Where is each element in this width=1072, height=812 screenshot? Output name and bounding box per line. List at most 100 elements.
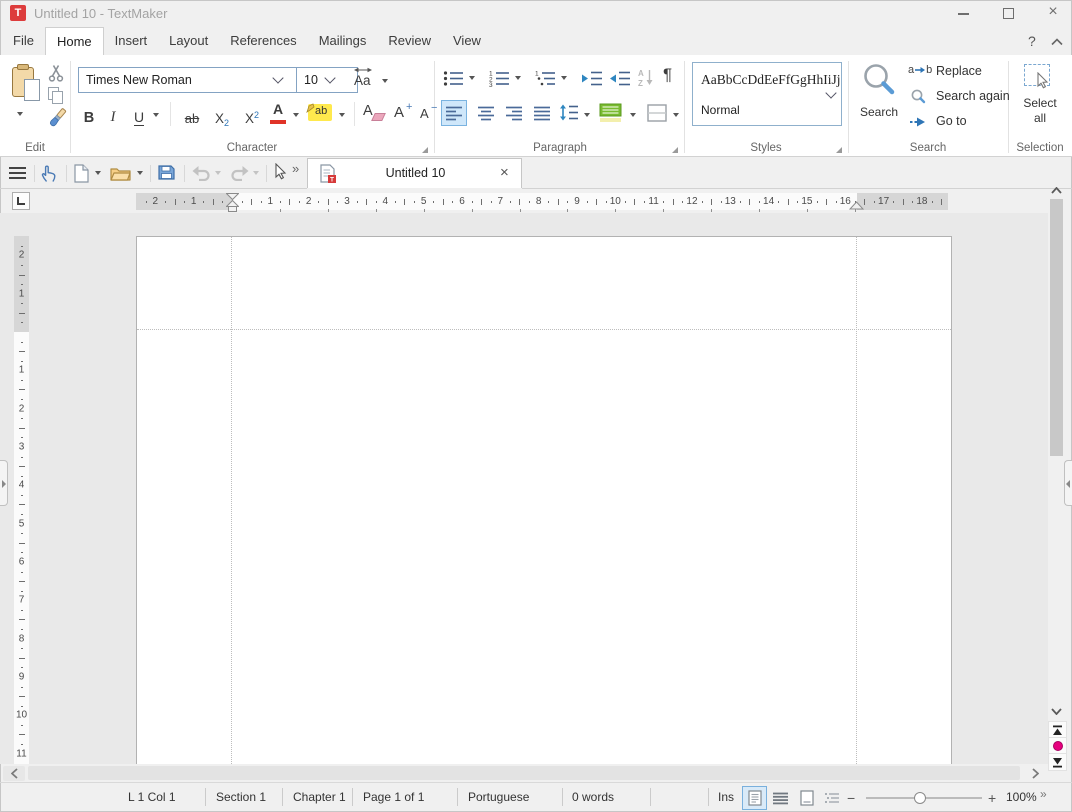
strikethrough-button[interactable]: ab — [180, 102, 204, 126]
character-dialog-launcher[interactable] — [422, 147, 428, 153]
statusbar-overflow-icon[interactable]: » — [1040, 787, 1047, 801]
scroll-left-button[interactable] — [3, 766, 25, 781]
borders-icon[interactable] — [647, 104, 667, 122]
vertical-scrollbar-thumb[interactable] — [1050, 199, 1063, 456]
cut-icon[interactable] — [48, 64, 64, 82]
left-panel-handle[interactable] — [0, 460, 8, 506]
grow-font-button[interactable]: A + — [392, 101, 414, 126]
zoom-level-value[interactable]: 100% — [1006, 790, 1037, 804]
maximize-button[interactable] — [993, 2, 1023, 24]
subscript-button[interactable]: X2 — [210, 102, 234, 126]
paste-dropdown[interactable] — [17, 112, 23, 116]
word-count-status[interactable]: 0 words — [572, 790, 614, 804]
minimize-button[interactable] — [948, 2, 978, 24]
bullet-list-dropdown[interactable] — [469, 76, 475, 80]
italic-button[interactable]: I — [106, 102, 120, 126]
underline-button[interactable]: U — [130, 102, 148, 126]
right-panel-handle[interactable] — [1064, 460, 1072, 506]
increase-indent-icon[interactable] — [581, 70, 603, 87]
pilcrow-button[interactable]: ¶ — [663, 65, 672, 85]
tab-file[interactable]: File — [2, 27, 45, 55]
select-all-button[interactable]: Select all — [1012, 62, 1068, 130]
borders-dropdown[interactable] — [673, 113, 679, 117]
font-color-dropdown[interactable] — [293, 113, 299, 117]
scroll-down-icon[interactable] — [1051, 708, 1062, 715]
paragraph-dialog-launcher[interactable] — [672, 147, 678, 153]
shrink-font-button[interactable]: A − — [418, 101, 440, 126]
open-file-icon[interactable] — [110, 166, 131, 182]
shading-dropdown[interactable] — [630, 113, 636, 117]
outline-view-button[interactable] — [820, 786, 845, 810]
highlight-button[interactable]: ab — [306, 103, 334, 123]
horizontal-ruler[interactable]: 21123456789101112131415161718 — [136, 193, 948, 210]
tab-view[interactable]: View — [442, 27, 492, 55]
language-status[interactable]: Portuguese — [468, 790, 529, 804]
save-icon[interactable] — [158, 164, 175, 181]
copy-icon[interactable] — [48, 87, 64, 105]
multilevel-list-dropdown[interactable] — [561, 76, 567, 80]
replace-button[interactable]: a b Replace — [908, 63, 1004, 81]
tab-references[interactable]: References — [219, 27, 307, 55]
horizontal-scrollbar-thumb[interactable] — [28, 766, 1020, 780]
underline-dropdown[interactable] — [153, 113, 159, 117]
style-picker-chevron[interactable] — [825, 87, 836, 98]
justify-button[interactable] — [529, 100, 555, 126]
align-left-button[interactable] — [441, 100, 467, 126]
next-page-button[interactable] — [1048, 753, 1067, 771]
page-view-button[interactable] — [742, 786, 767, 810]
superscript-button[interactable]: X2 — [240, 102, 264, 126]
tab-insert[interactable]: Insert — [104, 27, 159, 55]
continuous-view-button[interactable] — [768, 786, 793, 810]
scroll-right-button[interactable] — [1024, 766, 1046, 781]
page-status[interactable]: Page 1 of 1 — [363, 790, 424, 804]
line-spacing-dropdown[interactable] — [584, 113, 590, 117]
bold-button[interactable]: B — [80, 102, 98, 126]
document-tab-close-icon[interactable]: × — [500, 159, 509, 188]
search-button[interactable]: Search — [856, 62, 902, 122]
numbered-list-icon[interactable]: 123 — [489, 70, 510, 87]
shading-icon[interactable] — [599, 103, 623, 123]
object-mode-pointer-icon[interactable] — [274, 163, 287, 180]
align-center-button[interactable] — [473, 100, 499, 126]
insert-mode-status[interactable]: Ins — [718, 790, 734, 804]
change-case-dropdown[interactable] — [382, 79, 388, 83]
font-name-combobox[interactable]: Times New Roman — [78, 67, 306, 93]
decrease-indent-icon[interactable] — [609, 70, 631, 87]
toolbar-overflow-icon[interactable]: » — [292, 161, 299, 176]
bullet-list-icon[interactable] — [443, 70, 464, 87]
right-margin-marker[interactable] — [849, 201, 864, 210]
scroll-up-icon[interactable] — [1051, 187, 1062, 194]
new-document-icon[interactable] — [74, 164, 89, 183]
collapse-ribbon-icon[interactable] — [1051, 38, 1063, 46]
vertical-ruler[interactable]: 211234567891011 — [14, 236, 29, 764]
tab-review[interactable]: Review — [377, 27, 442, 55]
tab-type-selector[interactable] — [12, 192, 30, 210]
new-document-dropdown[interactable] — [95, 171, 101, 175]
touch-mode-icon[interactable] — [40, 163, 58, 183]
tab-home[interactable]: Home — [45, 27, 104, 56]
section-status[interactable]: Section 1 — [216, 790, 266, 804]
chapter-status[interactable]: Chapter 1 — [293, 790, 346, 804]
help-icon[interactable]: ? — [1028, 33, 1036, 49]
document-tab[interactable]: T Untitled 10 × — [307, 158, 522, 188]
tab-layout[interactable]: Layout — [158, 27, 219, 55]
format-painter-icon[interactable] — [46, 107, 68, 130]
styles-dialog-launcher[interactable] — [836, 147, 842, 153]
style-picker[interactable]: AaBbCcDdEeFfGgHhIiJj Normal — [692, 62, 842, 126]
line-spacing-icon[interactable] — [559, 104, 579, 121]
master-pages-view-button[interactable] — [794, 786, 819, 810]
zoom-in-button[interactable]: + — [988, 790, 996, 806]
close-button[interactable]: × — [1038, 0, 1068, 24]
paste-button[interactable] — [10, 63, 44, 107]
align-right-button[interactable] — [501, 100, 527, 126]
indent-marker[interactable] — [226, 193, 239, 213]
clear-formatting-button[interactable]: A — [362, 101, 386, 126]
highlight-dropdown[interactable] — [339, 113, 345, 117]
goto-button[interactable]: Go to — [908, 113, 1004, 131]
multilevel-list-icon[interactable]: 1 — [535, 70, 556, 87]
font-color-button[interactable]: A — [268, 101, 288, 126]
document-page[interactable] — [136, 236, 952, 764]
change-case-button[interactable]: Aa — [352, 66, 394, 92]
search-again-button[interactable]: Search again — [908, 88, 1018, 106]
zoom-out-button[interactable]: − — [847, 790, 855, 806]
